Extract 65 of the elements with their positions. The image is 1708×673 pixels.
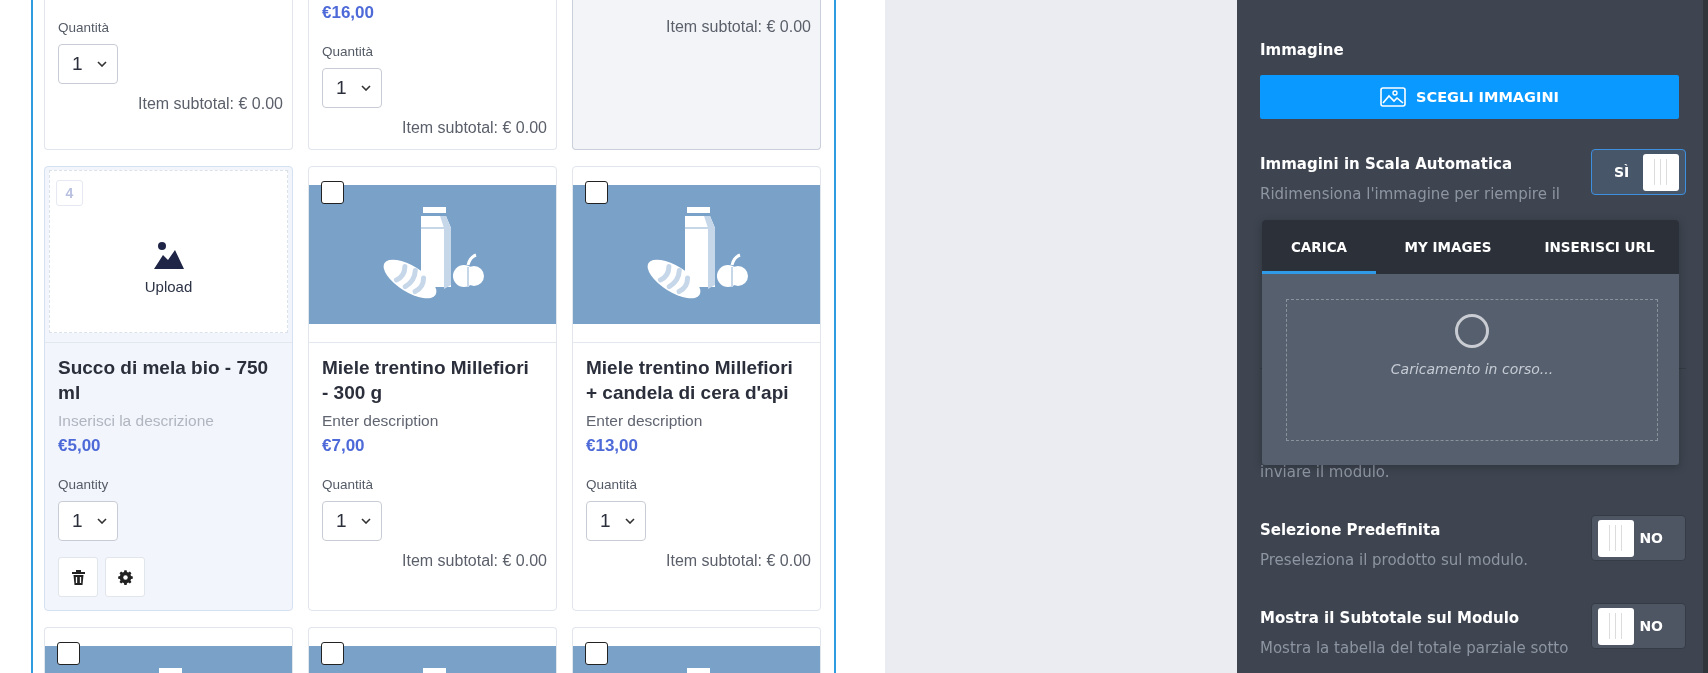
checkbox[interactable] <box>585 642 608 665</box>
quantity-select[interactable]: 1 <box>322 501 382 541</box>
product-card[interactable]: 4 Upload Succo di mela bio - 750 ml Inserisci la descrizione €5,00 Quantity 1 <box>44 166 293 611</box>
chevron-down-icon <box>625 518 635 524</box>
product-title: Miele trentino Millefiori - 300 g <box>322 356 530 405</box>
product-price: €16,00 <box>322 2 375 24</box>
quantity-label: Quantità <box>322 44 375 60</box>
upload-tab[interactable]: INSERISCI URL <box>1520 220 1679 274</box>
item-subtotal: Item subtotal: € 0.00 <box>137 94 283 114</box>
chevron-down-icon <box>97 61 107 67</box>
trash-icon <box>71 569 85 585</box>
quantity-label: Quantità <box>586 477 639 493</box>
checkbox[interactable] <box>57 642 80 665</box>
setting-description: inviare il modulo. <box>1260 462 1391 482</box>
product-card[interactable]: Miele trentino Millefiori - 300 g Enter description €7,00 Quantità 1 Item subtotal: € 0.00 <box>308 166 557 611</box>
quantity-label: Quantity <box>58 477 110 493</box>
quantity-select[interactable]: 1 <box>58 501 118 541</box>
drop-zone[interactable]: Caricamento in corso... <box>1286 299 1658 441</box>
product-card[interactable]: €16,00 Quantità 1 Item subtotal: € 0.00 <box>308 0 557 150</box>
product-title: Succo di mela bio - 750 ml <box>58 356 270 405</box>
toggle-switch[interactable]: SÌ <box>1591 149 1686 195</box>
product-description: Enter description <box>586 411 704 431</box>
delete-button[interactable] <box>58 557 98 597</box>
setting-label: Selezione Predefinita <box>1260 519 1442 541</box>
settings-button[interactable] <box>105 557 145 597</box>
quantity-select[interactable]: 1 <box>58 44 118 84</box>
quantity-select[interactable]: 1 <box>322 68 382 108</box>
image-icon <box>1380 87 1407 107</box>
upload-tab[interactable]: MY IMAGES <box>1376 220 1520 274</box>
chevron-down-icon <box>361 518 371 524</box>
setting-label: Immagini in Scala Automatica <box>1260 153 1514 175</box>
item-number: 4 <box>56 180 83 206</box>
item-subtotal: Item subtotal: € 0.00 <box>401 551 547 571</box>
item-subtotal: Item subtotal: € 0.00 <box>665 551 811 571</box>
item-subtotal: Item subtotal: € 0.00 <box>665 17 811 37</box>
item-subtotal: Item subtotal: € 0.00 <box>401 118 547 138</box>
image-icon <box>153 241 184 269</box>
setting-description: Preseleziona il prodotto sul modulo. <box>1260 550 1529 570</box>
chevron-down-icon <box>361 85 371 91</box>
loading-status: Caricamento in corso... <box>1390 360 1554 379</box>
product-card[interactable]: Quantità 1 Item subtotal: € 0.00 <box>44 0 293 150</box>
setting-description: Mostra la tabella del totale parziale sotto <box>1260 638 1570 658</box>
product-price: €7,00 <box>322 435 366 457</box>
upload-area[interactable]: 4 Upload <box>49 170 288 333</box>
section-label: Immagine <box>1260 40 1345 60</box>
product-title: Miele trentino Millefiori + candela di cera d'api <box>586 356 794 405</box>
toggle-switch[interactable]: NO <box>1591 515 1686 561</box>
spinner-icon <box>1454 313 1490 349</box>
quantity-label: Quantità <box>58 20 111 36</box>
chevron-down-icon <box>97 518 107 524</box>
quantity-select[interactable]: 1 <box>586 501 646 541</box>
toggle-switch[interactable]: NO <box>1591 603 1686 649</box>
product-price: €13,00 <box>586 435 639 457</box>
product-description: Enter description <box>322 411 440 431</box>
checkbox[interactable] <box>585 181 608 204</box>
product-card[interactable]: Item subtotal: € 0.00 <box>572 0 821 150</box>
quantity-label: Quantità <box>322 477 375 493</box>
product-card[interactable]: Miele trentino Millefiori + candela di cera d'api Enter description €13,00 Quantità 1 Item subtotal: € 0.00 <box>572 166 821 611</box>
upload-tab[interactable]: CARICA <box>1262 220 1376 274</box>
gear-icon <box>117 569 133 585</box>
setting-description: Ridimensiona l'immagine per riempire il <box>1260 184 1562 204</box>
setting-label: Mostra il Subtotale sul Modulo <box>1260 607 1521 629</box>
product-price: €5,00 <box>58 435 102 457</box>
checkbox[interactable] <box>321 642 344 665</box>
checkbox[interactable] <box>321 181 344 204</box>
